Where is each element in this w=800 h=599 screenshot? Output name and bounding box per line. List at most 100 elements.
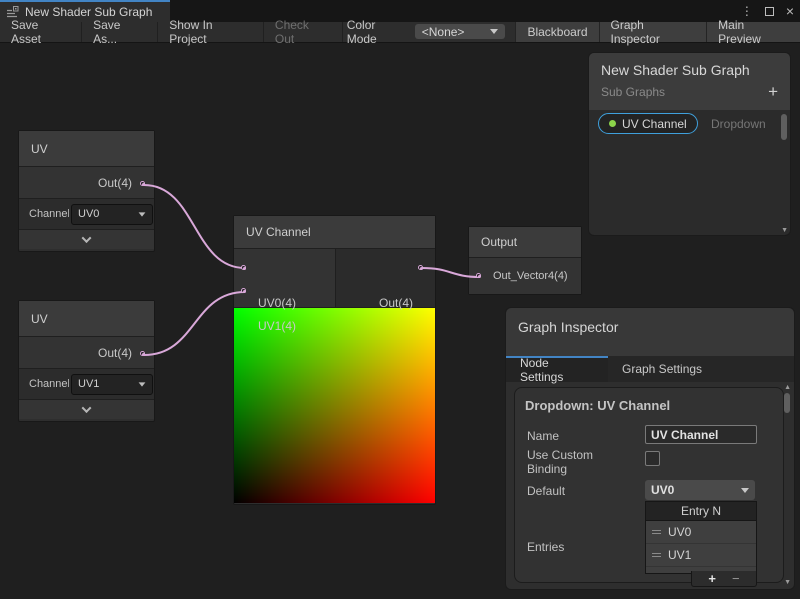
save-asset-button[interactable]: Save Asset [0, 22, 82, 42]
uvchannel-in-uv1-port[interactable] [241, 288, 246, 293]
blackboard-toggle-button[interactable]: Blackboard [515, 22, 598, 42]
output-in-port[interactable] [476, 273, 481, 278]
scroll-up-icon[interactable]: ▲ [784, 384, 791, 391]
uv-node-2[interactable]: UV Out(4) Channel UV1 [18, 300, 155, 422]
drag-handle-icon[interactable] [652, 530, 661, 534]
scrollbar-thumb[interactable] [781, 114, 787, 140]
input-port-label: UV1(4) [258, 319, 296, 333]
inspector-title: Graph Inspector [506, 308, 794, 356]
wire-uv1-to-uv0[interactable] [144, 185, 245, 268]
chevron-down-icon [741, 488, 749, 493]
maximize-icon[interactable] [765, 7, 774, 16]
property-type: Dropdown [711, 117, 766, 131]
blackboard-title: New Shader Sub Graph [601, 62, 778, 78]
node-output-row: Out(4) [19, 337, 154, 369]
default-dropdown[interactable]: UV0 [645, 480, 755, 500]
add-entry-button[interactable]: + [708, 572, 716, 585]
tab-graph-settings[interactable]: Graph Settings [608, 356, 716, 382]
entries-list: Entry N UV0 UV1 [645, 501, 757, 574]
blackboard-body: UV Channel Dropdown ▼ [589, 110, 790, 236]
node-title: Output [469, 227, 581, 258]
inspector-tabs: Node Settings Graph Settings [506, 356, 794, 382]
entries-label: Entries [527, 540, 564, 554]
color-mode-label: Color Mode [343, 22, 415, 42]
channel-value: UV1 [78, 378, 99, 390]
main-preview-toggle-button[interactable]: Main Preview [706, 22, 800, 42]
blackboard-subtitle: Sub Graphs [601, 85, 665, 99]
dropdown-settings-box: Dropdown: UV Channel Name UV Channel Use… [514, 387, 784, 583]
inspector-content: Dropdown: UV Channel Name UV Channel Use… [506, 382, 794, 589]
default-value: UV0 [651, 483, 674, 497]
channel-value: UV0 [78, 208, 99, 220]
collapse-chevron-icon [82, 403, 92, 413]
node-title: UV [19, 131, 154, 167]
color-mode-dropdown[interactable]: <None> [415, 24, 506, 39]
scroll-down-icon[interactable]: ▼ [784, 579, 791, 586]
graph-inspector-panel: Graph Inspector Node Settings Graph Sett… [505, 307, 795, 590]
channel-label: Channel [29, 208, 69, 220]
output-node[interactable]: Output Out_Vector4(4) [468, 226, 582, 295]
blackboard-header: New Shader Sub Graph Sub Graphs + [589, 53, 790, 110]
input-port-label: UV0(4) [258, 296, 296, 310]
entry-value: UV1 [668, 548, 691, 562]
uv-node-1[interactable]: UV Out(4) Channel UV0 [18, 130, 155, 252]
scrollbar-thumb[interactable] [784, 393, 790, 413]
remove-entry-button[interactable]: − [732, 572, 740, 585]
output-ports-column: Out(4) [336, 249, 435, 307]
use-custom-binding-checkbox[interactable] [645, 451, 660, 466]
close-icon[interactable]: × [786, 4, 794, 18]
settings-box-title: Dropdown: UV Channel [515, 388, 783, 413]
node-ports: UV0(4) UV1(4) Out(4) [234, 249, 435, 308]
uvchannel-out-port[interactable] [418, 265, 423, 270]
entries-footer-tray: + − [691, 571, 757, 587]
uvchannel-in-uv0-port[interactable] [241, 265, 246, 270]
uv-channel-node[interactable]: UV Channel UV0(4) UV1(4) Out(4) [233, 215, 436, 505]
collapse-chevron-icon [82, 233, 92, 243]
exposed-dot-icon [609, 120, 616, 127]
show-in-project-button[interactable]: Show In Project [158, 22, 264, 42]
node-title: UV Channel [234, 216, 435, 249]
node-channel-row: Channel UV1 [19, 369, 154, 400]
channel-label: Channel [29, 378, 69, 390]
use-custom-binding-label: Use Custom Binding [527, 448, 631, 476]
chevron-down-icon [490, 29, 498, 34]
node-title: UV [19, 301, 154, 337]
chevron-down-icon [139, 382, 146, 386]
graph-inspector-toggle-button[interactable]: Graph Inspector [599, 22, 707, 42]
name-label: Name [527, 429, 559, 443]
property-name: UV Channel [622, 117, 687, 131]
channel-dropdown[interactable]: UV1 [71, 374, 153, 395]
channel-dropdown[interactable]: UV0 [71, 204, 153, 225]
entry-row[interactable]: UV0 [646, 521, 756, 544]
output-port-label: Out(4) [379, 296, 413, 310]
tab-title: New Shader Sub Graph [25, 5, 152, 19]
shader-graph-toolbar: Save Asset Save As... Show In Project Ch… [0, 22, 800, 43]
scroll-down-icon[interactable]: ▼ [781, 227, 788, 234]
wire-uv2-to-uv1[interactable] [144, 292, 245, 355]
output-port-label: Out_Vector4(4) [469, 258, 581, 294]
property-pill-uv-channel[interactable]: UV Channel [598, 113, 698, 134]
input-ports-column: UV0(4) UV1(4) [234, 249, 336, 307]
node-output-row: Out(4) [19, 167, 154, 199]
node-channel-row: Channel UV0 [19, 199, 154, 230]
sub-graph-asset-icon [6, 6, 19, 19]
blackboard-panel: New Shader Sub Graph Sub Graphs + UV Cha… [588, 52, 791, 236]
name-field[interactable]: UV Channel [645, 425, 757, 444]
color-mode-value: <None> [422, 25, 465, 39]
uv1-out-port[interactable] [140, 181, 145, 186]
entry-row[interactable]: UV1 [646, 544, 756, 567]
entry-value: UV0 [668, 525, 691, 539]
uv-gradient-preview [234, 308, 435, 503]
drag-handle-icon[interactable] [652, 553, 661, 557]
window-menu-icon[interactable]: ⋮ [741, 5, 753, 17]
save-as-button[interactable]: Save As... [82, 22, 158, 42]
collapse-button[interactable] [19, 400, 154, 419]
uv2-out-port[interactable] [140, 351, 145, 356]
entries-list-header: Entry N [646, 502, 756, 521]
chevron-down-icon [139, 212, 146, 216]
collapse-button[interactable] [19, 230, 154, 249]
tab-node-settings[interactable]: Node Settings [506, 356, 608, 382]
add-property-button[interactable]: + [768, 83, 778, 100]
default-label: Default [527, 484, 565, 498]
check-out-button: Check Out [264, 22, 343, 42]
